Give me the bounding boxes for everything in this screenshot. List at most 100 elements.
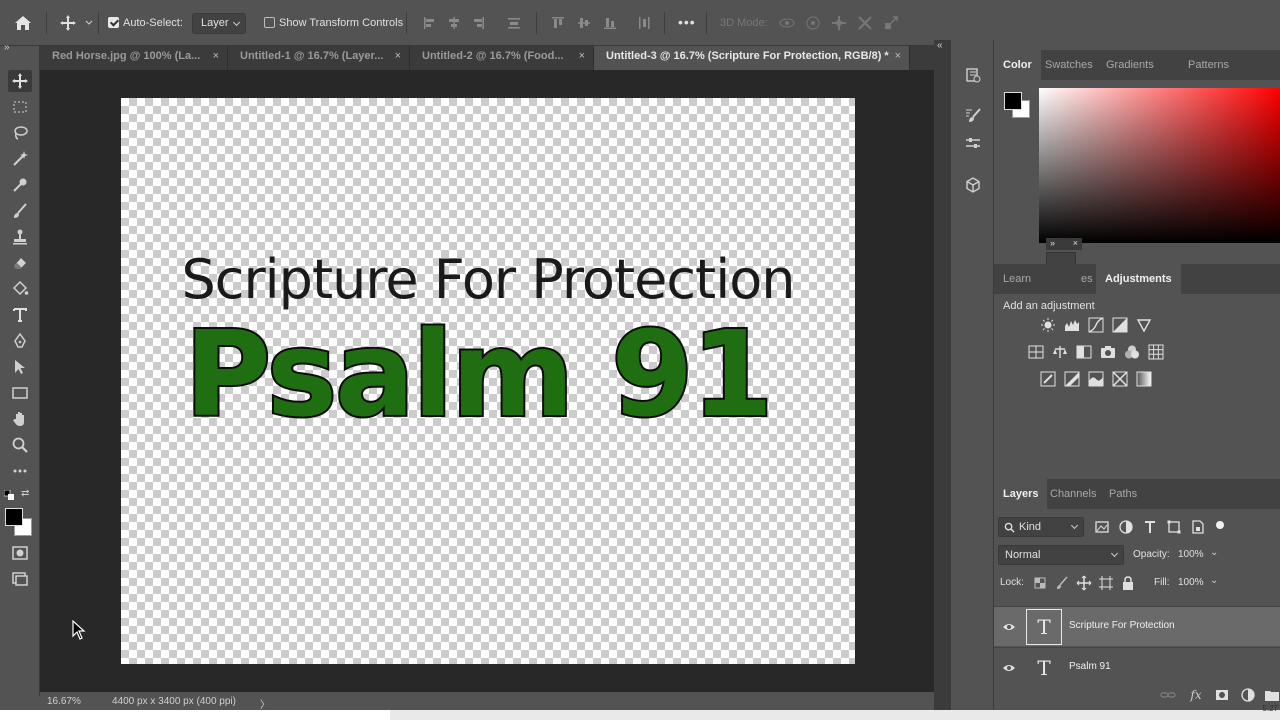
close-tab-icon[interactable]: × xyxy=(213,50,219,62)
align-bottom-icon[interactable] xyxy=(602,14,618,32)
document-canvas[interactable]: Scripture For Protection Psalm 91 xyxy=(121,98,855,664)
canvas-workspace[interactable]: Scripture For Protection Psalm 91 xyxy=(40,70,934,692)
hand-tool-icon[interactable] xyxy=(8,408,32,430)
close-tab-icon[interactable]: × xyxy=(579,50,585,62)
color-balance-icon[interactable] xyxy=(1052,344,1068,360)
color-picker-field[interactable] xyxy=(1039,88,1280,243)
tab-patterns[interactable]: Patterns xyxy=(1179,50,1238,80)
path-selection-tool-icon[interactable] xyxy=(8,356,32,378)
lock-position-icon[interactable] xyxy=(1076,575,1092,591)
align-right-icon[interactable] xyxy=(470,14,486,32)
move-tool-icon[interactable] xyxy=(58,14,78,32)
expand-toolbar-icon[interactable]: » xyxy=(4,42,10,53)
tab-layers[interactable]: Layers xyxy=(994,479,1048,509)
channel-mixer-icon[interactable] xyxy=(1124,344,1140,360)
filter-adjustment-icon[interactable] xyxy=(1118,519,1134,535)
distribute-vertical-icon[interactable] xyxy=(506,14,522,32)
lasso-tool-icon[interactable] xyxy=(8,122,32,144)
link-layers-icon[interactable] xyxy=(1160,687,1176,703)
photo-filter-icon[interactable] xyxy=(1100,344,1116,360)
swap-colors-icon[interactable]: ⇄ xyxy=(21,489,31,499)
layer-row[interactable]: T Scripture For Protection xyxy=(994,606,1280,646)
tab-untitled-3[interactable]: Untitled-3 @ 16.7% (Scripture For Protec… xyxy=(594,46,910,70)
exposure-icon[interactable] xyxy=(1112,317,1128,333)
invert-icon[interactable] xyxy=(1040,371,1056,387)
collapse-panels-icon[interactable]: « xyxy=(937,40,943,51)
opacity-chevron-icon[interactable]: ⌄ xyxy=(1210,547,1218,558)
close-tab-icon[interactable]: × xyxy=(895,50,901,62)
lock-artboard-icon[interactable] xyxy=(1098,575,1114,591)
selective-color-icon[interactable] xyxy=(1112,371,1128,387)
gradient-map-icon[interactable] xyxy=(1136,371,1152,387)
brush-settings-icon[interactable] xyxy=(962,104,984,126)
align-center-h-icon[interactable] xyxy=(446,14,462,32)
canvas-text-title[interactable]: Scripture For Protection xyxy=(121,248,855,311)
tab-color[interactable]: Color xyxy=(994,50,1041,80)
more-tools-icon[interactable] xyxy=(8,460,32,482)
paint-bucket-tool-icon[interactable] xyxy=(8,278,32,300)
tab-swatches[interactable]: Swatches xyxy=(1036,50,1102,80)
auto-select-checkbox[interactable] xyxy=(108,17,119,28)
marquee-tool-icon[interactable] xyxy=(8,96,32,118)
align-center-v-icon[interactable] xyxy=(576,14,592,32)
tab-learn[interactable]: Learn xyxy=(994,264,1040,294)
brush-tool-icon[interactable] xyxy=(8,200,32,222)
canvas-text-psalm[interactable]: Psalm 91 xyxy=(111,307,845,441)
color-lookup-icon[interactable] xyxy=(1148,344,1164,360)
filter-pixel-icon[interactable] xyxy=(1094,519,1110,535)
3d-orbit-icon[interactable] xyxy=(778,14,796,32)
3d-pan-icon[interactable] xyxy=(830,14,848,32)
filter-smart-object-icon[interactable] xyxy=(1190,519,1206,535)
new-group-icon[interactable] xyxy=(1264,687,1280,703)
eyedropper-tool-icon[interactable] xyxy=(8,174,32,196)
fill-value[interactable]: 100% xyxy=(1178,577,1204,588)
move-tool-icon[interactable] xyxy=(8,70,32,92)
zoom-level[interactable]: 16.67% xyxy=(47,696,81,707)
expand-panel-icon[interactable]: » xyxy=(1050,238,1055,248)
hue-saturation-icon[interactable] xyxy=(1028,344,1044,360)
filter-shape-icon[interactable] xyxy=(1166,519,1182,535)
distribute-horizontal-icon[interactable] xyxy=(636,14,652,32)
tab-adjustments[interactable]: Adjustments xyxy=(1096,264,1181,294)
home-icon[interactable] xyxy=(12,12,34,34)
more-options-icon[interactable]: ••• xyxy=(678,14,696,30)
close-panel-icon[interactable]: × xyxy=(1073,238,1078,248)
properties-sliders-icon[interactable] xyxy=(962,132,984,154)
layer-filter-kind-select[interactable]: Kind xyxy=(998,517,1084,537)
blend-mode-select[interactable]: Normal xyxy=(998,545,1124,565)
clone-stamp-tool-icon[interactable] xyxy=(8,226,32,248)
brightness-contrast-icon[interactable] xyxy=(1040,317,1056,333)
tab-gradients[interactable]: Gradients xyxy=(1097,50,1163,80)
visibility-eye-icon[interactable] xyxy=(1002,661,1016,675)
eraser-tool-icon[interactable] xyxy=(8,252,32,274)
lock-pixels-icon[interactable] xyxy=(1054,575,1070,591)
posterize-icon[interactable] xyxy=(1064,371,1080,387)
layer-name[interactable]: Psalm 91 xyxy=(1069,661,1111,672)
threshold-icon[interactable] xyxy=(1088,371,1104,387)
show-transform-checkbox[interactable] xyxy=(264,17,275,28)
levels-icon[interactable] xyxy=(1064,317,1080,333)
layer-row[interactable]: T Psalm 91 xyxy=(994,647,1280,687)
zoom-tool-icon[interactable] xyxy=(8,434,32,456)
filter-toggle-icon[interactable] xyxy=(1216,521,1224,529)
new-adjustment-layer-icon[interactable] xyxy=(1240,687,1256,703)
tool-preset-chevron-icon[interactable] xyxy=(84,14,94,32)
default-colors-icon[interactable] xyxy=(3,489,14,500)
3d-cube-icon[interactable] xyxy=(962,174,984,196)
history-icon[interactable] xyxy=(962,64,984,86)
magic-wand-tool-icon[interactable] xyxy=(8,148,32,170)
close-tab-icon[interactable]: × xyxy=(395,50,401,62)
align-top-icon[interactable] xyxy=(550,14,566,32)
layer-name[interactable]: Scripture For Protection xyxy=(1069,620,1175,631)
status-menu-arrow-icon[interactable]: 〉 xyxy=(260,696,270,711)
tab-untitled-2[interactable]: Untitled-2 @ 16.7% (Food... × xyxy=(410,46,594,70)
tab-channels[interactable]: Channels xyxy=(1041,479,1105,509)
tab-red-horse[interactable]: Red Horse.jpg @ 100% (La... × xyxy=(40,46,228,70)
curves-icon[interactable] xyxy=(1088,317,1104,333)
fill-chevron-icon[interactable]: ⌄ xyxy=(1210,575,1218,586)
foreground-color-swatch[interactable] xyxy=(5,508,23,526)
black-white-icon[interactable] xyxy=(1076,344,1092,360)
auto-select-target-select[interactable]: Layer xyxy=(192,13,246,34)
3d-slide-icon[interactable] xyxy=(856,14,874,32)
add-mask-icon[interactable] xyxy=(1214,687,1230,703)
